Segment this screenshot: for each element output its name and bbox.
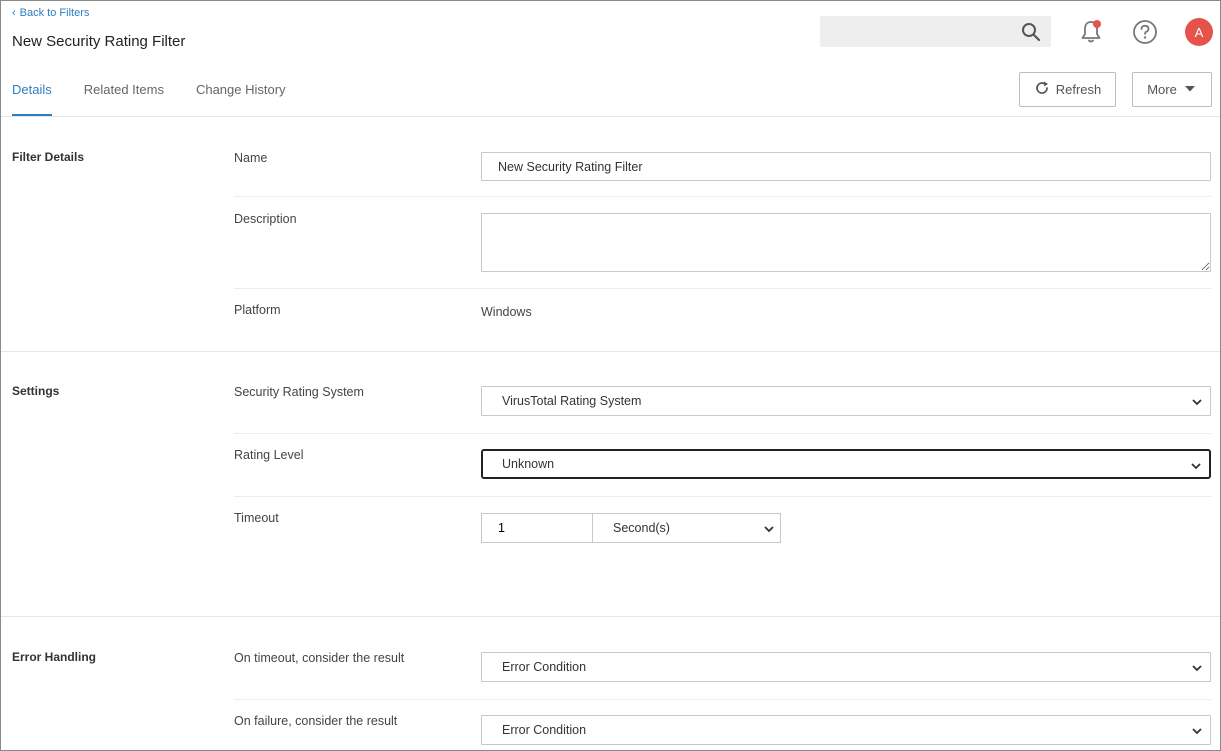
platform-label: Platform <box>234 303 281 317</box>
refresh-icon <box>1034 80 1050 99</box>
notification-dot <box>1093 20 1101 28</box>
timeout-input[interactable] <box>481 513 593 543</box>
description-label: Description <box>234 212 297 226</box>
more-button[interactable]: More <box>1132 72 1212 107</box>
on-failure-value: Error Condition <box>502 723 587 737</box>
row-divider <box>234 496 1211 497</box>
row-divider <box>234 699 1211 700</box>
platform-value: Windows <box>481 305 532 319</box>
chevron-down-icon <box>762 522 776 539</box>
rating-level-label: Rating Level <box>234 448 304 462</box>
back-link-label: Back to Filters <box>19 7 90 19</box>
tab-details[interactable]: Details <box>12 71 52 116</box>
on-timeout-label: On timeout, consider the result <box>234 651 405 665</box>
page-title: New Security Rating Filter <box>12 33 186 50</box>
rating-level-value: Unknown <box>502 457 555 471</box>
timeout-label: Timeout <box>234 511 279 525</box>
more-label: More <box>1147 82 1177 97</box>
row-divider <box>234 433 1211 434</box>
on-timeout-select[interactable]: Error Condition <box>481 652 1211 682</box>
chevron-down-icon <box>1190 395 1204 412</box>
section-title-settings: Settings <box>12 384 60 398</box>
name-label: Name <box>234 151 268 165</box>
search-input[interactable] <box>820 16 1015 47</box>
help-icon[interactable] <box>1132 19 1158 50</box>
user-avatar[interactable]: A <box>1185 18 1213 46</box>
rating-system-label: Security Rating System <box>234 385 364 399</box>
timeout-unit-select[interactable]: Second(s) <box>592 513 781 543</box>
row-divider <box>234 288 1211 289</box>
tabs-divider <box>1 116 1220 117</box>
notifications-bell-icon[interactable] <box>1079 19 1103 50</box>
section-title-error-handling: Error Handling <box>12 650 97 664</box>
search-box[interactable] <box>820 16 1051 47</box>
description-textarea[interactable] <box>481 213 1211 272</box>
section-divider <box>1 351 1220 352</box>
tab-bar: Details Related Items Change History <box>12 71 318 117</box>
name-input[interactable] <box>481 152 1211 181</box>
chevron-down-icon <box>1190 661 1204 678</box>
on-failure-select[interactable]: Error Condition <box>481 715 1211 745</box>
on-failure-label: On failure, consider the result <box>234 714 398 728</box>
caret-down-icon <box>1183 82 1197 97</box>
chevron-down-icon <box>1190 724 1204 741</box>
back-to-filters-link[interactable]: ‹ Back to Filters <box>12 7 89 19</box>
search-icon[interactable] <box>1021 22 1041 47</box>
timeout-unit-value: Second(s) <box>613 521 670 535</box>
section-divider <box>1 616 1220 617</box>
tab-change-history[interactable]: Change History <box>196 71 286 116</box>
rating-level-select[interactable]: Unknown <box>481 449 1211 479</box>
rating-system-select[interactable]: VirusTotal Rating System <box>481 386 1211 416</box>
row-divider <box>234 196 1211 197</box>
chevron-down-icon <box>1189 459 1203 476</box>
app-window: ‹ Back to Filters New Security Rating Fi… <box>0 0 1221 751</box>
section-title-filter-details: Filter Details <box>12 150 85 164</box>
tab-related-items[interactable]: Related Items <box>84 71 164 116</box>
rating-system-value: VirusTotal Rating System <box>502 394 642 408</box>
on-timeout-value: Error Condition <box>502 660 587 674</box>
refresh-label: Refresh <box>1055 82 1102 97</box>
refresh-button[interactable]: Refresh <box>1019 72 1116 107</box>
chevron-left-icon: ‹ <box>12 6 16 19</box>
